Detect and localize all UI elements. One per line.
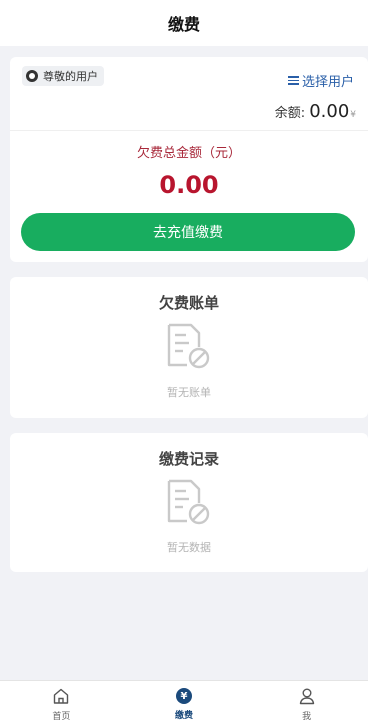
user-tag: 尊敬的用户 <box>22 66 104 86</box>
user-dot-icon <box>26 70 38 82</box>
home-icon <box>54 688 69 704</box>
records-title: 缴费记录 <box>158 450 219 468</box>
menu-icon <box>287 76 299 85</box>
select-user-button[interactable]: 选择用户 <box>287 71 354 90</box>
account-card: 尊敬的用户 选择用户 余额: 0.00 ¥ 欠费总金额（元） 0.00 去充值缴… <box>10 57 368 262</box>
arrears-label: 欠费总金额（元） <box>136 146 241 161</box>
recharge-pay-button[interactable]: 去充值缴费 <box>21 213 355 251</box>
user-name: 尊敬的用户 <box>43 70 98 83</box>
page-title: 缴费 <box>167 15 200 34</box>
balance-label: 余额: <box>274 106 306 121</box>
tab-me-label: 我 <box>302 712 312 722</box>
tab-payment[interactable]: ¥ 缴费 <box>123 681 246 726</box>
tab-home-label: 首页 <box>52 712 71 722</box>
tab-me[interactable]: 我 <box>245 681 368 726</box>
arrears-bills-card: 欠费账单 暂无账单 <box>10 277 368 418</box>
arrears-value: 0.00 <box>159 171 219 199</box>
payment-records-card: 缴费记录 暂无数据 <box>10 433 368 572</box>
nav-bar: 缴费 <box>0 0 368 46</box>
user-icon <box>299 688 314 705</box>
balance-unit: ¥ <box>350 110 356 120</box>
bills-title: 欠费账单 <box>158 294 219 312</box>
records-empty-text: 暂无数据 <box>167 541 211 554</box>
empty-document-icon <box>167 479 210 525</box>
tab-home[interactable]: 首页 <box>0 681 123 726</box>
empty-document-icon <box>167 323 210 369</box>
select-user-label: 选择用户 <box>301 75 354 90</box>
yen-icon: ¥ <box>176 688 192 704</box>
tab-bar: 首页 ¥ 缴费 我 <box>0 680 368 726</box>
divider <box>10 130 368 131</box>
balance-value: 0.00 <box>309 101 350 122</box>
bills-empty-text: 暂无账单 <box>167 386 211 399</box>
tab-payment-label: 缴费 <box>175 711 194 721</box>
balance: 余额: 0.00 ¥ <box>275 101 356 122</box>
